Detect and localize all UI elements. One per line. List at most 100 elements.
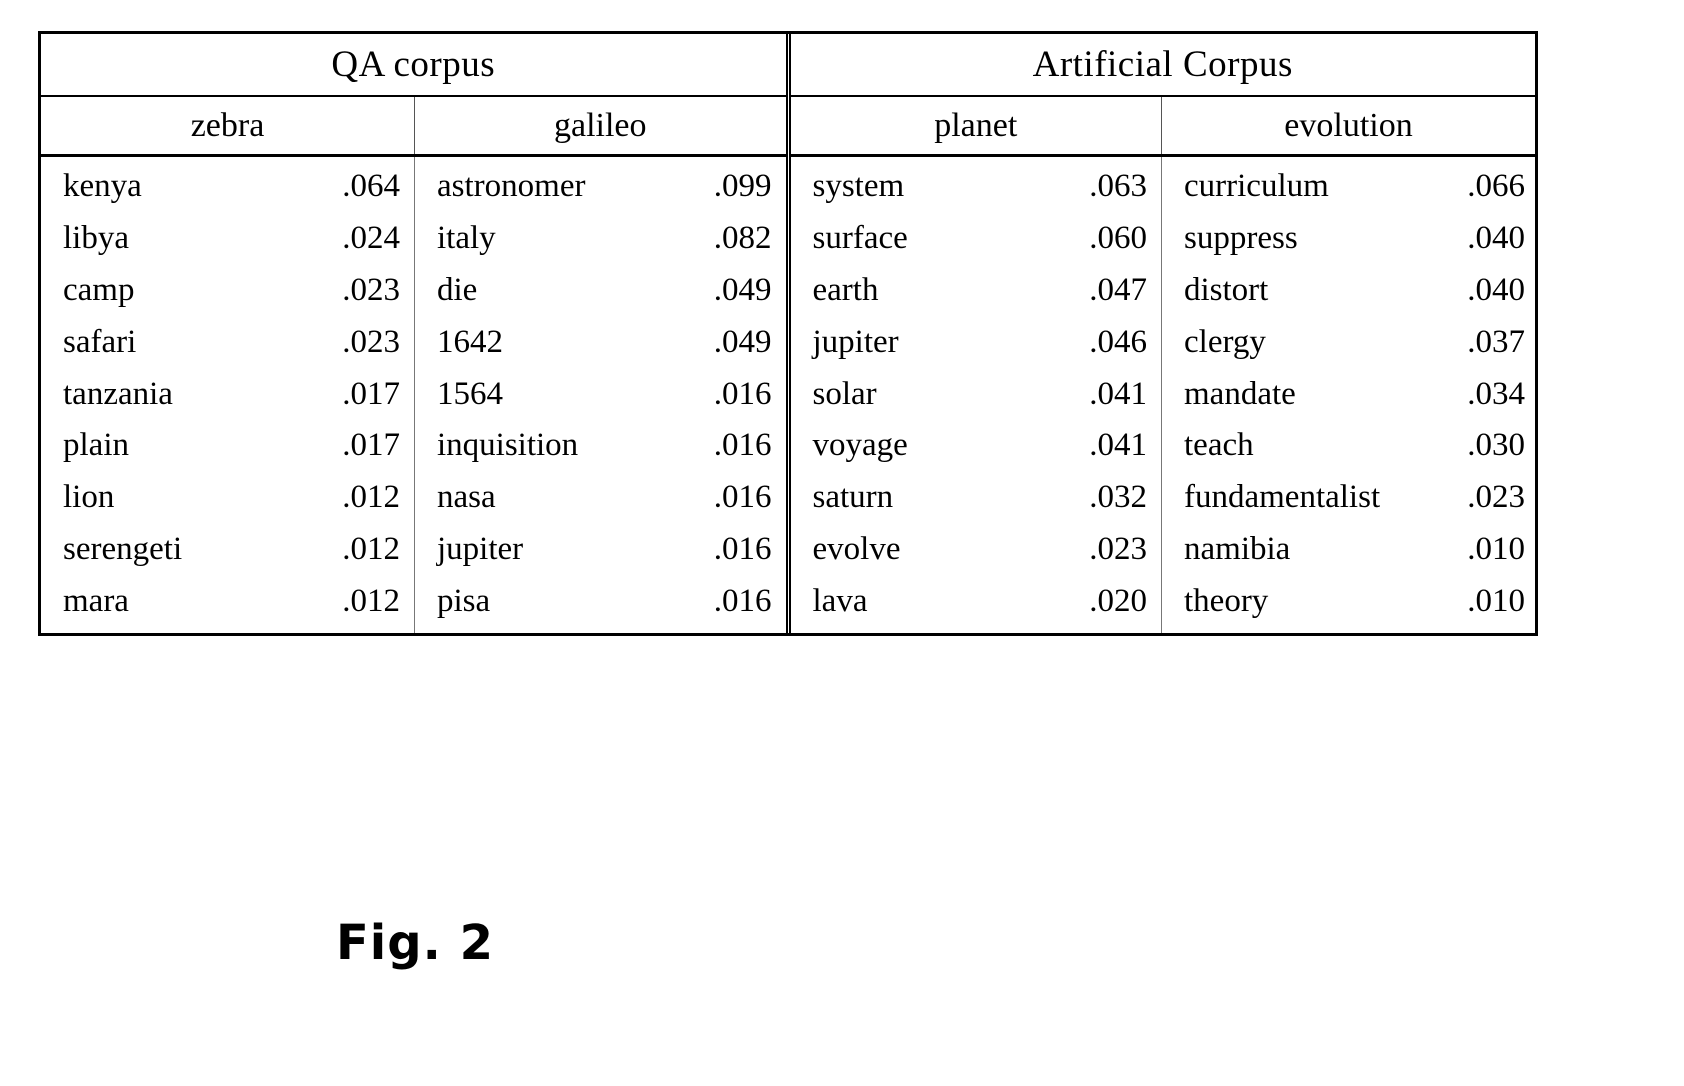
column-planet-rows: system .063 surface .060 earth .047 jupiter .04…: [791, 157, 1162, 633]
table-row: die .049: [415, 270, 786, 311]
table-body: kenya .064 libya .024 camp .023 safari .023 tanz…: [41, 155, 1536, 634]
term-word: voyage: [812, 427, 908, 464]
term-score: .023: [342, 271, 400, 308]
term-score: .016: [713, 531, 772, 568]
term-score: .064: [342, 168, 400, 204]
term-word: curriculum: [1184, 168, 1329, 204]
table-row: curriculum .066: [1162, 166, 1535, 207]
term-score: .049: [713, 323, 772, 360]
term-score: .034: [1467, 375, 1525, 412]
term-score: .037: [1467, 323, 1525, 360]
term-score: .020: [1089, 583, 1147, 619]
table-row: libya .024: [41, 218, 414, 259]
table-row: voyage .041: [791, 425, 1162, 466]
term-score: .023: [1467, 479, 1525, 516]
term-score: .016: [713, 583, 772, 619]
term-score: .049: [713, 271, 772, 308]
table-row: distort .040: [1162, 270, 1535, 311]
table-row: earth .047: [791, 270, 1162, 311]
term-score: .082: [713, 219, 772, 256]
term-word: 1564: [437, 375, 503, 412]
table-row: mara .012: [41, 581, 414, 622]
term-word: astronomer: [437, 168, 586, 204]
term-score: .099: [713, 168, 772, 204]
table-row: theory .010: [1162, 581, 1535, 622]
column-zebra: kenya .064 libya .024 camp .023 safari .023 tanz…: [41, 155, 415, 633]
term-score: .040: [1467, 219, 1525, 256]
term-score: .040: [1467, 271, 1525, 308]
table-row: saturn .032: [791, 477, 1162, 518]
table-row: 1564 .016: [415, 374, 786, 415]
column-galileo-rows: astronomer .099 italy .082 die .049 1642 .049 15…: [415, 157, 786, 633]
term-word: saturn: [812, 479, 894, 516]
term-word: libya: [63, 219, 129, 256]
term-score: .010: [1467, 531, 1525, 568]
table-row: 1642 .049: [415, 322, 786, 363]
term-word: jupiter: [437, 531, 524, 568]
term-word: fundamentalist: [1184, 479, 1381, 516]
table-row: nasa .016: [415, 477, 786, 518]
term-score: .063: [1089, 168, 1147, 204]
column-header-galileo: galileo: [414, 96, 791, 157]
term-word: plain: [63, 427, 129, 464]
table-row: safari .023: [41, 322, 414, 363]
term-word: lava: [812, 583, 868, 619]
term-score: .047: [1089, 271, 1147, 308]
column-evolution: curriculum .066 suppress .040 distort .040 cle…: [1162, 156, 1536, 634]
table-row: plain .017: [41, 425, 414, 466]
term-score: .016: [713, 427, 772, 464]
table-row: mandate .034: [1162, 374, 1535, 415]
table-row: astronomer .099: [415, 166, 786, 207]
table-row: jupiter .016: [415, 529, 786, 570]
table-row: serengeti .012: [41, 529, 414, 570]
term-word: teach: [1184, 427, 1254, 464]
table-row: evolve .023: [791, 529, 1162, 570]
term-score: .017: [342, 427, 400, 464]
column-evolution-rows: curriculum .066 suppress .040 distort .040 cle…: [1162, 157, 1535, 633]
table-row: tanzania .017: [41, 374, 414, 415]
term-word: pisa: [437, 583, 491, 619]
term-score: .032: [1089, 479, 1147, 516]
table-row: kenya .064: [41, 166, 414, 207]
table-row: namibia .010: [1162, 529, 1535, 570]
term-score: .016: [713, 479, 772, 516]
term-word: mara: [63, 583, 129, 619]
table-data-row: kenya .064 libya .024 camp .023 safari .023 tanz…: [41, 155, 1536, 634]
table-row: surface .060: [791, 218, 1162, 259]
term-word: safari: [63, 323, 137, 360]
table-row: solar .041: [791, 374, 1162, 415]
term-header-row: zebra galileo planet evolution: [41, 96, 1535, 157]
column-header-planet: planet: [788, 96, 1162, 157]
term-word: distort: [1184, 271, 1269, 308]
term-score: .066: [1467, 168, 1525, 204]
column-header-zebra: zebra: [41, 96, 415, 157]
term-word: clergy: [1184, 323, 1266, 360]
term-score: .016: [713, 375, 772, 412]
term-score: .012: [342, 583, 400, 619]
figure-caption: Fig. 2: [336, 915, 494, 971]
term-score: .060: [1089, 219, 1147, 256]
word-distribution-table: QA corpus Artificial Corpus zebra galile…: [38, 31, 1538, 636]
table-row: pisa .016: [415, 581, 786, 622]
corpus-header-row: QA corpus Artificial Corpus: [41, 34, 1535, 97]
term-score: .017: [342, 375, 400, 412]
table-row: camp .023: [41, 270, 414, 311]
term-word: earth: [812, 271, 879, 308]
column-zebra-rows: kenya .064 libya .024 camp .023 safari .023 tanz…: [41, 157, 414, 633]
term-word: theory: [1184, 583, 1269, 619]
term-word: solar: [812, 375, 877, 412]
term-score: .023: [342, 323, 400, 360]
term-word: kenya: [63, 168, 142, 204]
term-word: camp: [63, 271, 135, 308]
term-word: inquisition: [437, 427, 579, 464]
term-word: die: [437, 271, 478, 308]
term-score: .010: [1467, 583, 1525, 619]
term-word: 1642: [437, 323, 503, 360]
column-galileo: astronomer .099 italy .082 die .049 1642 .049 15…: [414, 155, 791, 633]
column-planet: system .063 surface .060 earth .047 jupiter .04…: [788, 155, 1162, 633]
table-row: clergy .037: [1162, 322, 1535, 363]
term-word: jupiter: [812, 323, 899, 360]
term-score: .046: [1089, 323, 1147, 360]
corpus-header-qa-corpus: QA corpus: [41, 34, 791, 97]
term-word: lion: [63, 479, 115, 516]
